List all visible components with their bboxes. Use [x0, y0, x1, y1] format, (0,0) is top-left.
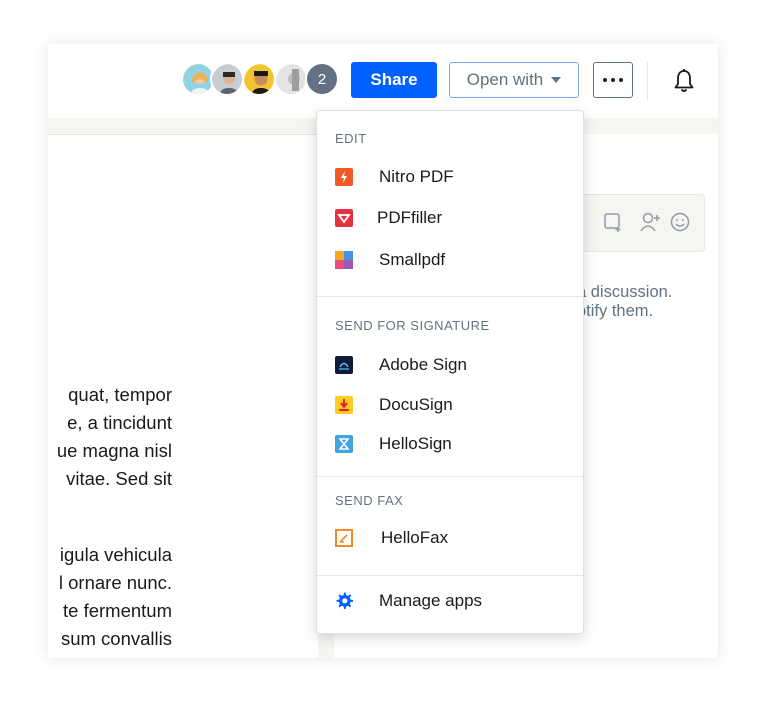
- hellofax-icon: [335, 529, 353, 547]
- document-line: sum convallis: [60, 628, 172, 649]
- document-line: e, a tincidunt: [67, 412, 172, 433]
- menu-item-label: Smallpdf: [379, 250, 446, 269]
- sidebar-hint-line: a discussion.: [577, 283, 673, 301]
- smallpdf-icon: [335, 251, 353, 269]
- section-title-edit: EDIT: [335, 131, 367, 146]
- collaborator-count: 2: [317, 70, 327, 88]
- toolbar-divider: [647, 62, 648, 100]
- document-line: quat, tempor: [68, 384, 172, 405]
- sidebar-hint-line: otify them.: [577, 302, 654, 320]
- menu-item-adobe-sign[interactable]: Adobe Sign: [335, 349, 565, 381]
- bell-icon[interactable]: [672, 68, 696, 94]
- avatar[interactable]: [210, 62, 244, 96]
- menu-item-label: PDFfiller: [377, 208, 443, 227]
- menu-item-label: DocuSign: [379, 395, 453, 414]
- menu-item-label: Adobe Sign: [379, 355, 467, 374]
- document-line: igula vehicula: [59, 544, 172, 565]
- menu-divider: [317, 575, 583, 576]
- share-button[interactable]: Share: [351, 62, 437, 98]
- dot: [619, 78, 623, 82]
- menu-item-label: HelloSign: [379, 434, 452, 453]
- avatar[interactable]: [274, 62, 308, 96]
- document-line: ue magna nisl: [56, 440, 172, 461]
- open-with-menu: EDIT Nitro PDF PDFfiller Smallpdf SEND F…: [316, 110, 584, 634]
- menu-item-label: HelloFax: [381, 528, 449, 547]
- dot: [611, 78, 615, 82]
- mention-user-icon[interactable]: [640, 212, 662, 232]
- section-title-signature: SEND FOR SIGNATURE: [335, 318, 490, 333]
- avatar[interactable]: [242, 62, 276, 96]
- dot: [603, 78, 607, 82]
- menu-item-pdffiller[interactable]: PDFfiller: [335, 202, 565, 234]
- document-line: l ornare nunc.: [58, 572, 172, 593]
- menu-divider: [317, 296, 583, 297]
- manage-apps-button[interactable]: Manage apps: [335, 585, 565, 617]
- more-options-button[interactable]: [593, 62, 633, 98]
- menu-item-hellosign[interactable]: HelloSign: [335, 428, 565, 460]
- adobe-sign-icon: [335, 356, 353, 374]
- menu-item-hellofax[interactable]: HelloFax: [335, 522, 565, 554]
- menu-item-smallpdf[interactable]: Smallpdf: [335, 244, 565, 276]
- top-bar: 2 Share Open with: [48, 44, 718, 118]
- document-paragraph: igula vehicula l ornare nunc. te ferment…: [48, 541, 172, 653]
- chevron-down-icon: [551, 77, 562, 83]
- nitro-pdf-icon: [335, 168, 353, 186]
- comment-input[interactable]: [580, 194, 705, 252]
- menu-divider: [317, 476, 583, 477]
- menu-item-nitro-pdf[interactable]: Nitro PDF: [335, 161, 565, 193]
- gear-icon: [335, 592, 353, 610]
- open-with-label: Open with: [466, 70, 544, 89]
- document-paragraph: quat, tempor e, a tincidunt ue magna nis…: [48, 381, 172, 493]
- docusign-icon: [335, 396, 353, 414]
- document-line: vitae. Sed sit: [66, 468, 172, 489]
- document-line: te fermentum: [63, 600, 172, 621]
- hellosign-icon: [335, 435, 353, 453]
- menu-item-docusign[interactable]: DocuSign: [335, 389, 565, 421]
- pdffiller-icon: [335, 209, 353, 227]
- menu-item-label: Nitro PDF: [379, 167, 454, 186]
- collaborator-count-badge[interactable]: 2: [305, 62, 339, 96]
- manage-apps-label: Manage apps: [379, 591, 483, 610]
- emoji-icon[interactable]: [670, 212, 690, 232]
- document-toolbar-band: [48, 118, 318, 135]
- section-title-fax: SEND FAX: [335, 493, 404, 508]
- add-comment-icon[interactable]: [604, 213, 624, 233]
- open-with-button[interactable]: Open with: [449, 62, 579, 98]
